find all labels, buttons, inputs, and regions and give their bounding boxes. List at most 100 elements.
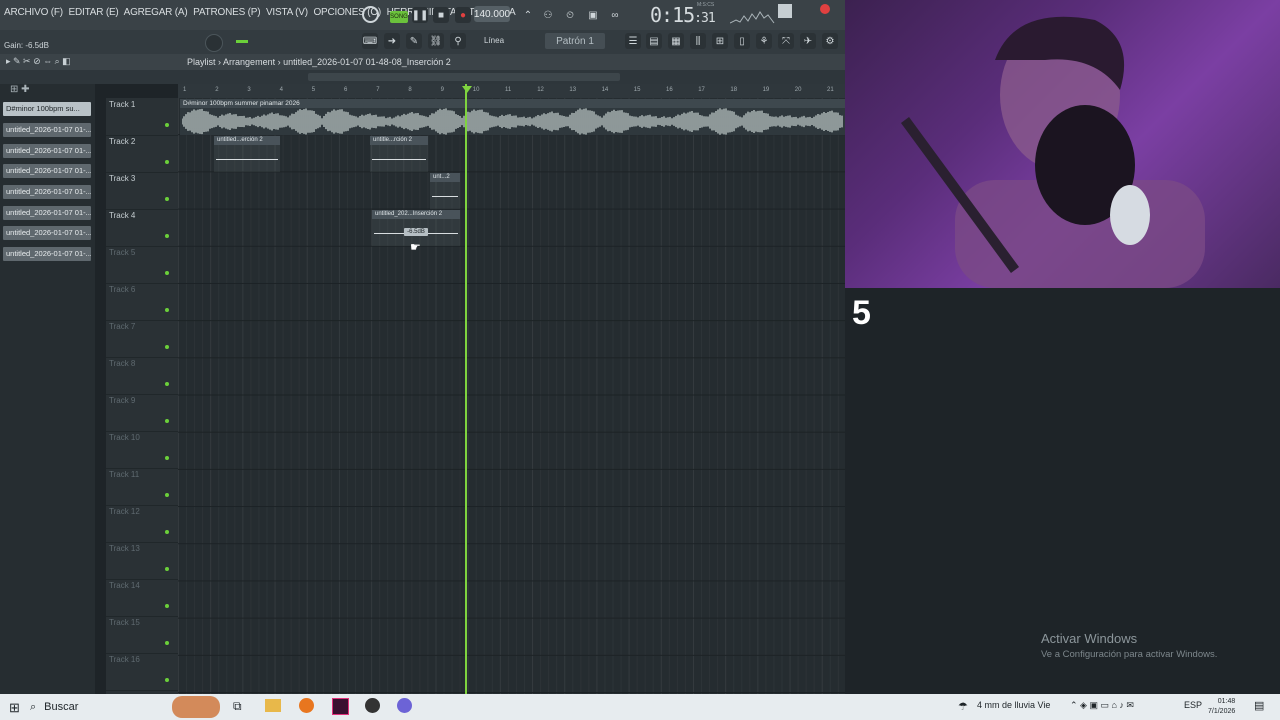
timeline-ruler[interactable]: 1 2 3 4 5 6 7 8 9 10 11 12 13 14 15 16 17 18 19 20 21	[178, 84, 845, 98]
weather-text[interactable]: 4 mm de lluvia Vie	[977, 700, 1050, 710]
arrow-tool-icon[interactable]: ➜	[384, 33, 400, 49]
track-mute-led[interactable]	[165, 678, 169, 682]
track-mute-led[interactable]	[165, 419, 169, 423]
track-header[interactable]: Track 8	[106, 357, 178, 395]
picker-item[interactable]: untitled_2026-01-07 01-...	[3, 185, 91, 199]
weather-icon[interactable]: ☂	[958, 700, 968, 713]
track-mute-led[interactable]	[165, 160, 169, 164]
audio-clip[interactable]: untitle...rción 2	[370, 136, 428, 172]
track-mute-led[interactable]	[165, 271, 169, 275]
picker-item[interactable]: untitled_2026-01-07 01-...	[3, 206, 91, 220]
track-header[interactable]: Track 7	[106, 320, 178, 358]
tempo-display[interactable]: 140.000	[474, 6, 510, 22]
browser-icon[interactable]: ⊞	[712, 33, 728, 49]
track-header[interactable]: Track 14	[106, 579, 178, 617]
audio-clip[interactable]: D#minor 100bpm summer pinamar 2026	[180, 99, 845, 135]
snap-selector[interactable]: Línea	[484, 36, 504, 45]
touch-controller-icon[interactable]: ⤧	[778, 33, 794, 49]
menu-vista[interactable]: VISTA (V)	[266, 7, 308, 18]
track-header[interactable]: Track 12	[106, 505, 178, 543]
audio-clip[interactable]: untitled...erción 2	[214, 136, 280, 172]
track-header[interactable]: Track 4	[106, 209, 178, 247]
countdown-icon[interactable]: ⏲	[562, 7, 578, 23]
arrangement-label[interactable]: Arrangement	[223, 57, 275, 67]
taskbar-widget-icon[interactable]	[172, 696, 220, 718]
playlist-grid[interactable]	[178, 98, 845, 694]
app-icon[interactable]	[332, 698, 349, 715]
song-mode-toggle[interactable]: SONG	[390, 11, 408, 23]
track-mute-led[interactable]	[165, 345, 169, 349]
record-button[interactable]: ●	[455, 7, 471, 23]
pattern-selector[interactable]: Patrón 1	[545, 33, 605, 49]
windows-start-icon[interactable]: ⊞	[9, 700, 20, 716]
loop-record-icon[interactable]	[362, 6, 379, 23]
draw-tool-icon[interactable]: ✎	[406, 33, 422, 49]
track-header[interactable]: Track 9	[106, 394, 178, 432]
plugin-database-icon[interactable]: ▯	[734, 33, 750, 49]
stop-button[interactable]: ■	[433, 7, 449, 23]
track-mute-led[interactable]	[165, 493, 169, 497]
playlist-tools-icons[interactable]: ▸ ✎ ✂ ⊘ ⇔ ⌕ ◧	[6, 56, 71, 67]
track-mute-led[interactable]	[165, 567, 169, 571]
wait-input-icon[interactable]: ⚇	[540, 7, 556, 23]
task-view-icon[interactable]: ⧉	[233, 699, 242, 714]
track-mute-led[interactable]	[165, 308, 169, 312]
track-header[interactable]: Track 10	[106, 431, 178, 469]
picker-item[interactable]: untitled_2026-01-07 01-...	[3, 164, 91, 178]
close-icon[interactable]	[820, 4, 830, 14]
playhead-marker-icon[interactable]	[462, 86, 472, 93]
stamp-icon[interactable]: ⚲	[450, 33, 466, 49]
settings-icon[interactable]: ⚙	[822, 33, 838, 49]
picker-item[interactable]: untitled_2026-01-07 01-...	[3, 247, 91, 261]
step-edit-icon[interactable]: ▣	[585, 7, 601, 23]
track-header[interactable]: Track 5	[106, 246, 178, 284]
track-header[interactable]: Track 16	[106, 653, 178, 691]
taskbar-clock[interactable]: 01:48 7/1/2026	[1208, 697, 1235, 717]
app-icon[interactable]	[365, 698, 380, 713]
track-header[interactable]: Track 6	[106, 283, 178, 321]
playhead[interactable]	[465, 84, 467, 694]
track-mute-led[interactable]	[165, 530, 169, 534]
picker-item[interactable]: untitled_2026-01-07 01-...	[3, 226, 91, 240]
picker-item[interactable]: untitled_2026-01-07 01-...	[3, 144, 91, 158]
file-explorer-icon[interactable]	[265, 699, 281, 712]
menu-agregar[interactable]: AGREGAR (A)	[124, 7, 188, 18]
menu-editar[interactable]: EDITAR (E)	[69, 7, 119, 18]
discord-icon[interactable]	[397, 698, 412, 713]
master-pitch-slider[interactable]	[236, 40, 248, 43]
track-mute-led[interactable]	[165, 382, 169, 386]
track-header[interactable]: Track 11	[106, 468, 178, 506]
track-mute-led[interactable]	[165, 234, 169, 238]
taskbar-search[interactable]: ⌕ Buscar	[30, 697, 170, 717]
fl-studio-icon[interactable]	[299, 698, 314, 713]
typing-keyboard-icon[interactable]: ⌨	[362, 33, 378, 49]
track-mute-led[interactable]	[165, 604, 169, 608]
piano-roll-icon[interactable]: ▤	[646, 33, 662, 49]
menu-patrones[interactable]: PATRONES (P)	[193, 7, 260, 18]
track-header[interactable]: Track 3	[106, 172, 178, 210]
tools-icon[interactable]: ✈	[800, 33, 816, 49]
horizontal-scrollbar[interactable]	[308, 73, 620, 81]
track-header[interactable]: Track 1	[106, 98, 178, 136]
plugin-picker-icon[interactable]: ⚘	[756, 33, 772, 49]
track-header[interactable]: Track 15	[106, 616, 178, 654]
picker-item[interactable]: D#minor 100bpm su...	[3, 102, 91, 116]
link-icon[interactable]: ⛓	[428, 33, 444, 49]
track-mute-led[interactable]	[165, 197, 169, 201]
playlist-icon[interactable]: ☰	[625, 33, 641, 49]
notification-icon[interactable]: ▤	[1254, 699, 1264, 712]
language-indicator[interactable]: ESP	[1184, 700, 1202, 710]
track-header[interactable]: Track 2	[106, 135, 178, 173]
tray-icons[interactable]: ⌃ ◈ ▣ ▭ ⌂ ♪ ✉	[1070, 700, 1134, 711]
mixer-icon[interactable]: ⫼	[690, 33, 706, 49]
blend-notes-icon[interactable]: ∞	[607, 7, 623, 23]
track-mute-led[interactable]	[165, 641, 169, 645]
track-header[interactable]: Track 13	[106, 542, 178, 580]
channel-rack-icon[interactable]: ▦	[668, 33, 684, 49]
menu-archivo[interactable]: ARCHIVO (F)	[4, 7, 63, 18]
track-mute-led[interactable]	[165, 123, 169, 127]
track-mute-led[interactable]	[165, 456, 169, 460]
picker-item[interactable]: untitled_2026-01-07 01-...	[3, 123, 91, 137]
metronome-icon[interactable]: ⌃	[520, 7, 536, 23]
master-volume-knob[interactable]	[205, 34, 223, 52]
